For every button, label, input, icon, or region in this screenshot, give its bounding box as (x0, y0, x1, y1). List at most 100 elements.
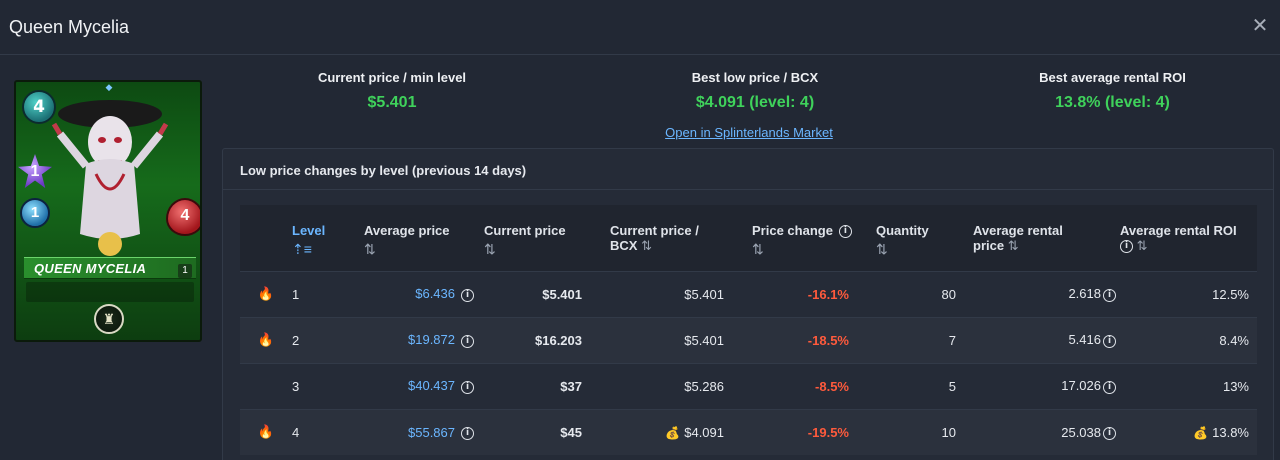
fire-cell: 🔥 (240, 317, 292, 363)
bcx-price-cell: $5.401 (604, 271, 724, 317)
ability-icon: ♜ (94, 304, 124, 334)
modal-title: Queen Mycelia (9, 17, 130, 37)
level-cell: 3 (292, 378, 300, 394)
quantity-cell: 5 (948, 378, 956, 394)
card-image: ◆ 4 1 1 4 QUEEN MYCELIA 1 ♜ (14, 80, 202, 342)
close-icon[interactable]: ✕ (1250, 16, 1270, 36)
info-icon[interactable]: i (1103, 426, 1116, 440)
sort-asc-icon[interactable]: ⇡≡ (292, 241, 354, 258)
roi-value: 13.8% (1212, 424, 1249, 440)
rental-price-value: 25.038 (1061, 424, 1101, 440)
header-current-bcx[interactable]: Current price / BCX ⇅ (604, 205, 724, 271)
bcx-price-value: $5.401 (684, 286, 724, 302)
bcx-price-cell: $5.401 (604, 317, 724, 363)
header-avg-rental-label: Average rental (973, 223, 1063, 238)
summary-label: Best low price / BCX (691, 70, 819, 85)
edition-icon: ◆ (105, 82, 113, 92)
summary-value: $4.091 (level: 4) (695, 94, 815, 111)
table-row: 🔥 1 $6.436 i $5.401 $5.401 -16.1% 80 2.618 i 12.5% (240, 271, 1257, 317)
avg-price-cell: $40.437 i (354, 363, 474, 409)
panel-title: Low price changes by level (previous 14 … (240, 163, 527, 178)
quantity-cell: 7 (948, 332, 956, 348)
header-price-change-label: Price change (752, 223, 833, 238)
sort-icon[interactable]: ⇅ (1008, 238, 1019, 253)
sort-icon[interactable]: ⇅ (484, 241, 604, 258)
sort-icon[interactable]: ⇅ (1137, 238, 1148, 253)
fire-icon: 🔥 (257, 332, 275, 347)
info-icon[interactable]: i (461, 380, 474, 394)
info-icon[interactable]: i (1103, 334, 1116, 348)
roi-cell: 13% (1116, 363, 1257, 409)
price-change-cell: -18.5% (807, 332, 849, 348)
info-icon[interactable]: i (838, 225, 852, 239)
money-bag-icon: 💰 (1193, 425, 1209, 440)
header-current-price[interactable]: Current price ⇅ (474, 205, 604, 271)
rental-price-cell: 17.026 i (969, 363, 1116, 409)
header-quantity[interactable]: Quantity ⇅ (864, 205, 969, 271)
sort-icon[interactable]: ⇅ (641, 238, 652, 253)
price-change-cell: -16.1% (807, 286, 849, 302)
rental-price-cell: 5.416 i (969, 317, 1116, 363)
header-current-price-label: Current price (484, 223, 566, 238)
speed-badge: 1 (20, 198, 50, 228)
fire-cell: 🔥 (240, 271, 292, 317)
header-fire (240, 205, 292, 271)
rental-price-cell: 25.038 i (969, 409, 1116, 455)
current-price-cell: $45 (560, 424, 582, 440)
bcx-price-value: $5.286 (684, 378, 724, 394)
roi-value: 13% (1222, 378, 1249, 394)
header-avg-price[interactable]: Average price ⇅ (354, 205, 474, 271)
current-price-cell: $16.203 (535, 332, 582, 348)
roi-value: 8.4% (1219, 332, 1249, 348)
header-avg-rental[interactable]: Average rental price ⇅ (969, 205, 1116, 271)
header-current-bcx-label: Current price / (610, 223, 699, 238)
card-name: QUEEN MYCELIA (24, 257, 196, 279)
info-icon[interactable]: i (461, 426, 474, 440)
fire-icon: 🔥 (257, 286, 275, 301)
summary-label: Best average rental ROI (1039, 70, 1186, 85)
header-level[interactable]: Level ⇡≡ (292, 205, 354, 271)
header-avg-price-label: Average price (364, 223, 450, 238)
sort-icon[interactable]: ⇅ (364, 241, 474, 258)
avg-price-link[interactable]: $6.436 (415, 286, 455, 301)
info-icon[interactable]: i (1103, 288, 1116, 302)
info-icon[interactable]: i (461, 334, 474, 348)
info-icon[interactable]: i (1120, 240, 1133, 254)
level-cell: 4 (292, 424, 300, 440)
roi-cell: 12.5% (1116, 271, 1257, 317)
sort-icon[interactable]: ⇅ (752, 241, 864, 258)
avg-price-cell: $55.867 i (354, 409, 474, 455)
sort-icon[interactable]: ⇅ (876, 241, 969, 258)
info-icon[interactable]: i (1103, 380, 1116, 394)
table-header-row: Level ⇡≡ Average price ⇅ Current price ⇅ Cu… (240, 205, 1257, 271)
fire-icon: 🔥 (257, 424, 275, 440)
rental-price-value: 17.026 (1061, 378, 1101, 394)
summary-current-price: Current price / min level $5.401 (292, 70, 492, 112)
quantity-cell: 80 (941, 286, 956, 302)
table-row: 🔥 2 $19.872 i $16.203 $5.401 -18.5% 7 5.416 i 8.4% (240, 317, 1257, 363)
divider (223, 189, 1273, 190)
summary-best-rental-roi: Best average rental ROI 13.8% (level: 4) (1000, 70, 1225, 112)
rental-price-cell: 2.618 i (969, 271, 1116, 317)
summary-value: 13.8% (level: 4) (1055, 94, 1170, 111)
roi-cell: 8.4% (1116, 317, 1257, 363)
summary-value: $5.401 (367, 94, 417, 111)
price-change-cell: -8.5% (815, 378, 849, 394)
header-current-bcx-label-2: BCX (610, 238, 638, 253)
summary-best-low-price: Best low price / BCX $4.091 (level: 4) (650, 70, 860, 112)
table-row: 3 $40.437 i $37 $5.286 -8.5% 5 17.026 i 13% (240, 363, 1257, 409)
mana-badge: 4 (22, 90, 56, 124)
info-icon[interactable]: i (461, 288, 474, 302)
header-price-change[interactable]: Price change i ⇅ (724, 205, 864, 271)
avg-price-link[interactable]: $55.867 (408, 425, 455, 440)
fire-cell (240, 363, 292, 409)
open-market-link[interactable]: Open in Splinterlands Market (640, 125, 858, 140)
avg-price-link[interactable]: $40.437 (408, 378, 455, 393)
header-avg-roi-label: Average rental ROI (1120, 223, 1237, 238)
avg-price-link[interactable]: $19.872 (408, 332, 455, 347)
price-change-cell: -19.5% (807, 424, 849, 440)
bcx-price-cell: $5.286 (604, 363, 724, 409)
rental-price-value: 5.416 (1068, 332, 1101, 348)
header-avg-roi[interactable]: Average rental ROI i ⇅ (1116, 205, 1257, 271)
avg-price-cell: $6.436 i (354, 271, 474, 317)
